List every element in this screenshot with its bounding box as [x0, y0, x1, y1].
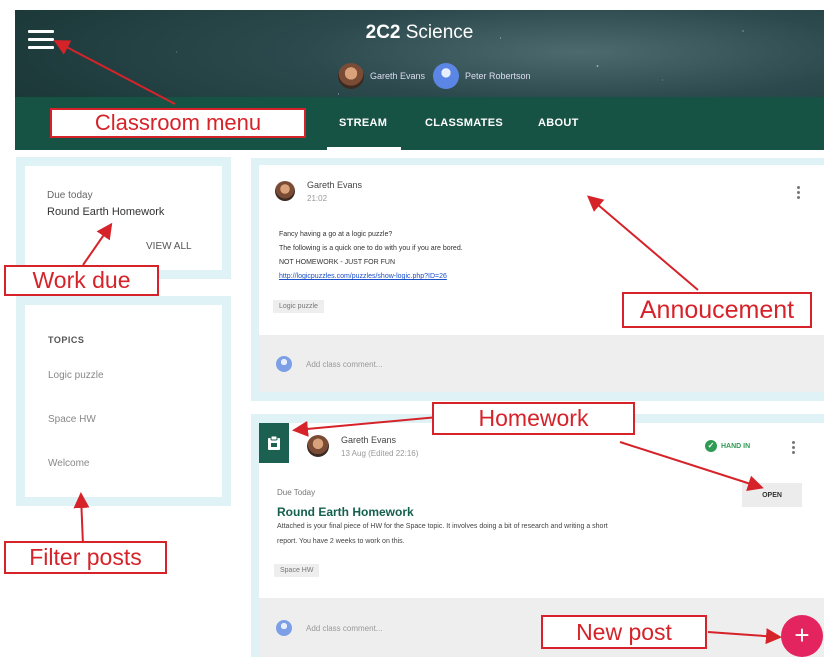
author-avatar: [307, 435, 329, 457]
user-avatar-icon: [276, 620, 292, 636]
assignment-icon: [259, 423, 289, 463]
comment-bar: Add class comment...: [259, 335, 824, 392]
due-item-link[interactable]: Round Earth Homework: [47, 206, 164, 218]
new-post-button[interactable]: +: [781, 615, 823, 657]
view-all-button[interactable]: VIEW ALL: [146, 241, 192, 252]
tab-classmates[interactable]: CLASSMATES: [425, 117, 503, 129]
callout-filter-posts: Filter posts: [4, 541, 167, 574]
due-label: Due Today: [277, 488, 316, 497]
tab-stream[interactable]: STREAM: [326, 117, 402, 150]
open-button[interactable]: OPEN: [742, 483, 802, 507]
class-title-code: 2C2: [365, 22, 401, 43]
teacher-avatar-icon: [433, 63, 460, 89]
post-author: Gareth Evans: [341, 435, 397, 445]
topic-welcome[interactable]: Welcome: [48, 458, 90, 469]
add-comment-input[interactable]: Add class comment...: [306, 360, 382, 369]
class-title: 2C2 Science: [15, 22, 824, 44]
topic-space-hw[interactable]: Space HW: [48, 414, 96, 425]
assignment-description: Attached is your final piece of HW for t…: [277, 523, 608, 530]
announcement-text: The following is a quick one to do with …: [279, 245, 463, 252]
teacher-chip[interactable]: Gareth Evans: [338, 63, 425, 89]
post-author: Gareth Evans: [307, 180, 363, 190]
tab-about[interactable]: ABOUT: [538, 117, 579, 129]
assignment-description: report. You have 2 weeks to work on this…: [277, 538, 405, 545]
post-time: 21:02: [307, 194, 328, 203]
post-time: 13 Aug (Edited 22:16): [341, 449, 419, 458]
topic-chip[interactable]: Space HW: [274, 564, 320, 577]
assignment-title[interactable]: Round Earth Homework: [277, 505, 414, 519]
callout-new-post: New post: [541, 615, 707, 649]
announcement-text: NOT HOMEWORK - JUST FOR FUN: [279, 259, 396, 266]
announcement-link[interactable]: http://logicpuzzles.com/puzzles/show-log…: [279, 273, 447, 280]
announcement-text: Fancy having a go at a logic puzzle?: [279, 231, 393, 238]
topics-card: TOPICS Logic puzzle Space HW Welcome: [16, 296, 231, 506]
callout-work-due: Work due: [4, 265, 159, 296]
user-avatar-icon: [276, 356, 292, 372]
class-title-subject: Science: [400, 22, 474, 43]
classroom-screenshot: 2C2 Science Gareth Evans Peter Robertson…: [0, 0, 824, 657]
check-circle-icon: ✓: [705, 440, 717, 452]
due-label: Due today: [47, 190, 93, 201]
topics-heading: TOPICS: [48, 335, 85, 345]
teacher-list: Gareth Evans Peter Robertson: [338, 63, 531, 89]
more-options-icon[interactable]: [797, 186, 801, 199]
add-comment-input[interactable]: Add class comment...: [306, 624, 382, 633]
topic-chip[interactable]: Logic puzzle: [273, 300, 324, 313]
teacher-name: Gareth Evans: [370, 71, 426, 81]
author-avatar: [275, 181, 295, 201]
teacher-chip[interactable]: Peter Robertson: [433, 63, 531, 89]
announcement-post: Gareth Evans 21:02 Fancy having a go at …: [259, 165, 824, 392]
callout-homework: Homework: [432, 402, 635, 435]
topic-logic-puzzle[interactable]: Logic puzzle: [48, 370, 104, 381]
status-label: HAND IN: [721, 442, 751, 450]
teacher-name: Peter Robertson: [465, 71, 531, 81]
hand-in-status: ✓ HAND IN: [705, 440, 750, 452]
callout-announcement: Annoucement: [622, 292, 812, 328]
callout-classroom-menu: Classroom menu: [50, 108, 306, 138]
teacher-avatar: [338, 63, 364, 89]
more-options-icon[interactable]: [792, 441, 796, 454]
due-today-card: Due today Round Earth Homework VIEW ALL: [16, 157, 231, 279]
